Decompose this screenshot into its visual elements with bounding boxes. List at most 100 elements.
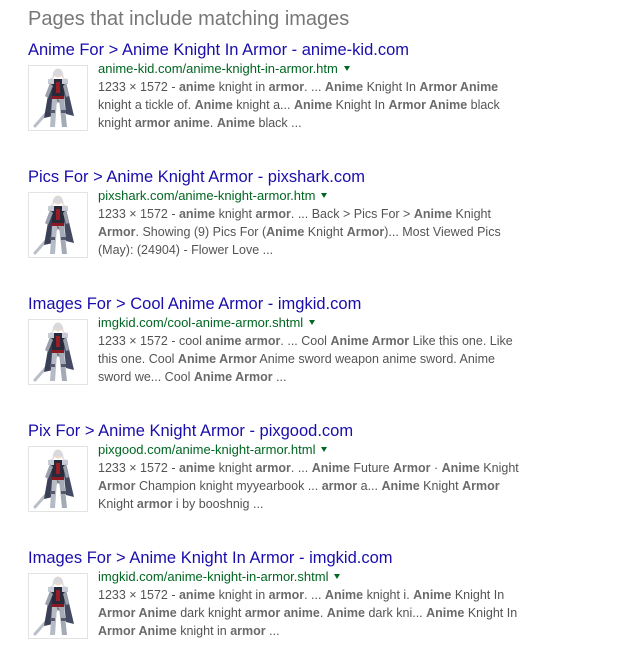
snippet-highlight: anime — [178, 588, 216, 602]
dropdown-caret-icon[interactable] — [334, 574, 341, 579]
knight-figure-icon — [33, 449, 74, 509]
result-thumbnail[interactable] — [28, 65, 88, 131]
snippet-highlight: Anime — [426, 606, 465, 620]
snippet-highlight: Anime — [413, 207, 453, 221]
snippet-highlight: Armor — [393, 461, 431, 475]
result-url: anime-kid.com/anime-knight-in-armor.htm — [98, 60, 553, 78]
snippet-text: knight in — [215, 588, 269, 602]
snippet-text: . Showing (9) Pics For ( — [135, 225, 267, 239]
snippet-highlight: Armor — [346, 225, 385, 239]
result-thumbnail[interactable] — [28, 192, 88, 258]
snippet-highlight: Anime Armor — [330, 334, 410, 348]
snippet-line: sword we... Cool Anime Armor ... — [98, 368, 553, 386]
snippet-text: Knight In — [332, 98, 389, 112]
snippet-highlight: Anime — [381, 479, 420, 493]
snippet-text: knight i. — [363, 588, 414, 602]
snippet-text: . ... — [290, 461, 312, 475]
snippet-highlight: armor — [136, 497, 173, 511]
snippet-text: Knight — [419, 479, 463, 493]
snippet-line: Armor. Showing (9) Pics For (Anime Knigh… — [98, 223, 553, 241]
snippet-highlight: anime armor — [205, 334, 281, 348]
result-url-text: anime-kid.com/anime-knight-in-armor.htm — [98, 61, 338, 76]
snippet-text: sword we... Cool — [98, 370, 194, 384]
snippet-highlight: Anime Armor — [177, 352, 257, 366]
snippet-highlight: armor — [321, 479, 358, 493]
result-snippet: 1233 × 1572 - anime knight in armor. ...… — [98, 78, 553, 132]
snippet-highlight: armor anime — [134, 116, 210, 130]
section-heading: Pages that include matching images — [28, 8, 350, 30]
snippet-highlight: armor — [255, 461, 291, 475]
snippet-text: Knight In — [451, 588, 505, 602]
snippet-text: · — [430, 461, 442, 475]
result-thumbnail[interactable] — [28, 573, 88, 639]
result-thumbnail[interactable] — [28, 319, 88, 385]
snippet-text: Knight In — [464, 606, 518, 620]
snippet-highlight: anime — [178, 461, 216, 475]
snippet-highlight: armor — [255, 207, 291, 221]
snippet-text: knight a tickle of. — [98, 98, 195, 112]
dropdown-caret-icon[interactable] — [343, 66, 350, 71]
snippet-highlight: armor — [230, 624, 266, 638]
snippet-highlight: Armor — [98, 479, 136, 493]
snippet-text: 1233 × 1572 - — [98, 207, 179, 221]
snippet-text: 1233 × 1572 - cool — [98, 334, 206, 348]
result-title-link[interactable]: Images For > Anime Knight In Armor - img… — [28, 548, 628, 568]
snippet-text: ... — [265, 624, 280, 638]
snippet-text: 1233 × 1572 - — [98, 80, 179, 94]
snippet-text: Like this one. Like — [409, 334, 513, 348]
knight-figure-icon — [33, 68, 74, 128]
snippet-line: Armor Anime dark knight armor anime. Ani… — [98, 604, 553, 622]
snippet-line: 1233 × 1572 - anime knight armor. ... Ba… — [98, 205, 553, 223]
snippet-line: knight a tickle of. Anime knight a... An… — [98, 96, 553, 114]
snippet-text: . ... — [304, 588, 325, 602]
snippet-highlight: Anime — [266, 225, 305, 239]
knight-figure-icon — [33, 322, 74, 382]
result-snippet: 1233 × 1572 - anime knight armor. ... An… — [98, 459, 553, 513]
snippet-highlight: Anime — [413, 588, 452, 602]
snippet-text: 1233 × 1572 - — [98, 588, 179, 602]
result-snippet: 1233 × 1572 - anime knight in armor . ...… — [98, 586, 553, 640]
snippet-line: Armor Champion knight myyearbook ... arm… — [98, 477, 553, 495]
snippet-highlight: anime — [178, 207, 216, 221]
result-url-text: pixshark.com/anime-knight-armor.htm — [98, 188, 316, 203]
snippet-text: (May): (24904) - Flower Love ... — [98, 243, 274, 257]
result-title-link[interactable]: Pics For > Anime Knight Armor - pixshark… — [28, 167, 628, 187]
snippet-text: Knight — [452, 207, 491, 221]
snippet-line: Armor Anime knight in armor ... — [98, 622, 553, 640]
dropdown-caret-icon[interactable] — [309, 320, 316, 325]
snippet-text: dark kni... — [365, 606, 427, 620]
snippet-text: knight — [215, 207, 256, 221]
snippet-text: Knight In — [363, 80, 420, 94]
snippet-highlight: Armor Anime — [419, 80, 499, 94]
snippet-line: Knight armor i by booshnig ... — [98, 495, 553, 513]
snippet-text: knight — [215, 461, 256, 475]
result-snippet: 1233 × 1572 - cool anime armor. ... Cool… — [98, 332, 553, 386]
snippet-line: knight armor anime. Anime black ... — [98, 114, 553, 132]
snippet-text: knight in — [176, 624, 231, 638]
snippet-highlight: Armor — [98, 225, 136, 239]
knight-figure-icon — [33, 195, 74, 255]
snippet-text: this one. Cool — [98, 352, 178, 366]
result-title-link[interactable]: Anime For > Anime Knight In Armor - anim… — [28, 40, 628, 60]
snippet-highlight: armor anime — [244, 606, 320, 620]
snippet-text: 1233 × 1572 - — [98, 461, 179, 475]
snippet-text: . ... — [304, 80, 325, 94]
snippet-text: black — [467, 98, 500, 112]
snippet-highlight: anime — [178, 80, 216, 94]
snippet-text: ... — [272, 370, 287, 384]
snippet-line: 1233 × 1572 - cool anime armor. ... Cool… — [98, 332, 553, 350]
snippet-line: 1233 × 1572 - anime knight in armor. ...… — [98, 78, 553, 96]
snippet-line: 1233 × 1572 - anime knight in armor. ...… — [98, 586, 553, 604]
search-result: Pix For > Anime Knight Armor - pixgood.c… — [28, 421, 628, 513]
snippet-highlight: Anime — [324, 588, 364, 602]
result-url: imgkid.com/anime-knight-in-armor.shtml — [98, 568, 553, 586]
result-title-link[interactable]: Images For > Cool Anime Armor - imgkid.c… — [28, 294, 628, 314]
result-title-link[interactable]: Pix For > Anime Knight Armor - pixgood.c… — [28, 421, 628, 441]
snippet-text: knight — [98, 116, 135, 130]
snippet-highlight: Anime — [324, 80, 364, 94]
dropdown-caret-icon[interactable] — [321, 193, 328, 198]
dropdown-caret-icon[interactable] — [321, 447, 328, 452]
snippet-highlight: Armor Anime — [98, 606, 177, 620]
snippet-highlight: Anime Armor — [193, 370, 273, 384]
result-thumbnail[interactable] — [28, 446, 88, 512]
